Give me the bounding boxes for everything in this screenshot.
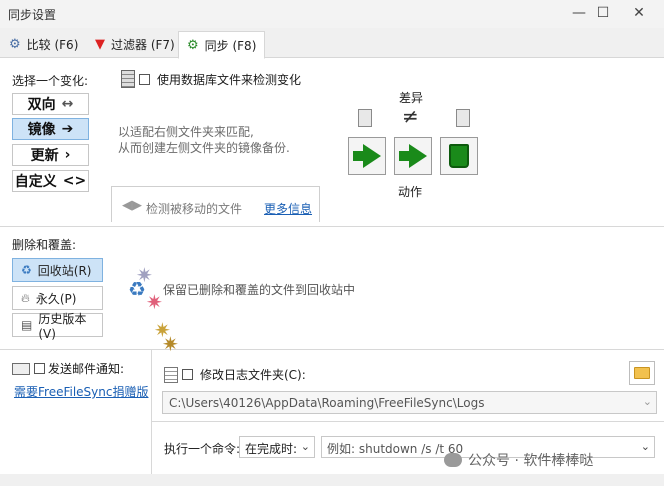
detect-moved-box: ◀▶ 检测被移动的文件 更多信息	[111, 186, 320, 222]
window-title: 同步设置	[8, 8, 57, 22]
mirror-description: 以适配右侧文件夹来匹配, 从而创建左侧文件夹的镜像备份.	[118, 124, 290, 156]
wechat-logo-icon	[444, 453, 462, 467]
database-option[interactable]: 使用数据库文件来检测变化	[121, 70, 301, 88]
code-brackets-icon: <>	[62, 173, 87, 189]
recycle-icon: ♻	[21, 263, 32, 277]
permanent-button[interactable]: 🔥︎ 永久(P)	[12, 286, 103, 310]
donation-link[interactable]: 需要FreeFileSync捐赠版	[14, 383, 148, 400]
chevron-down-icon: ⌄	[300, 440, 310, 453]
variant-custom-button[interactable]: 自定义 <>	[12, 170, 89, 192]
tab-sync[interactable]: ⚙ 同步 (F8)	[178, 31, 266, 59]
sparkle-icon: ✷	[146, 290, 163, 314]
email-label: 发送邮件通知:	[48, 362, 125, 376]
update-right-button[interactable]	[394, 137, 432, 175]
tab-compare-label: 比较 (F6)	[26, 38, 79, 52]
permanent-label: 永久(P)	[35, 291, 77, 306]
tab-filter-label: 过滤器 (F7)	[111, 38, 175, 52]
variant-custom-label: 自定义	[14, 174, 57, 190]
database-option-label: 使用数据库文件来检测变化	[157, 72, 302, 87]
deletion-heading: 删除和覆盖:	[12, 238, 77, 252]
title-bar: 同步设置 — ☐ ✕	[0, 0, 664, 28]
delete-right-button[interactable]	[440, 137, 478, 175]
variant-mirror-button[interactable]: 镜像 ➔	[12, 118, 89, 140]
tab-sync-label: 同步 (F8)	[204, 38, 257, 53]
deletion-description: 保留已删除和覆盖的文件到回收站中	[163, 283, 356, 297]
chevron-down-icon: ⌄	[640, 440, 650, 453]
mirror-desc-line2: 从而创建左侧文件夹的镜像备份.	[118, 141, 290, 155]
gear-icon: ⚙	[9, 37, 21, 52]
browse-folder-button[interactable]	[629, 361, 655, 385]
filter-icon: ▼	[95, 37, 105, 52]
more-info-link[interactable]: 更多信息	[264, 200, 312, 217]
actions-label: 动作	[398, 185, 423, 199]
chevron-right-icon: ›	[64, 147, 71, 163]
command-when-value: 在完成时:	[245, 442, 298, 456]
database-checkbox[interactable]	[139, 73, 150, 85]
tab-filter[interactable]: ▼ 过滤器 (F7)	[86, 31, 184, 58]
trash-icon	[449, 144, 469, 168]
update-right-arrow-icon	[399, 144, 427, 168]
two-way-arrow-icon: ↔	[61, 96, 74, 112]
log-path-field[interactable]: C:\Users\40126\AppData\Roaming\FreeFileS…	[162, 391, 657, 414]
command-when-select[interactable]: 在完成时: ⌄	[239, 436, 315, 458]
log-icon	[164, 366, 178, 383]
create-left-button[interactable]	[348, 137, 386, 175]
folder-icon	[634, 367, 650, 379]
watermark-text: 公众号 · 软件棒棒哒	[468, 453, 594, 469]
recycle-bin-label: 回收站(R)	[37, 263, 92, 278]
divider	[0, 349, 664, 350]
not-equal-icon: ≠	[402, 104, 419, 128]
database-icon	[121, 70, 135, 88]
versioning-label: 历史版本(V)	[38, 311, 87, 341]
detect-moved-label: 检测被移动的文件	[146, 202, 243, 216]
sparkle-icon: ✷	[162, 332, 179, 356]
variant-update-button[interactable]: 更新 ›	[12, 144, 89, 166]
left-file-icon	[358, 109, 372, 127]
create-left-arrow-icon	[353, 144, 381, 168]
log-path-value: C:\Users\40126\AppData\Roaming\FreeFileS…	[169, 396, 485, 410]
bottom-bar	[0, 474, 664, 486]
gear-icon: ⚙	[187, 37, 199, 53]
log-label: 修改日志文件夹(C):	[200, 368, 306, 382]
versioning-icon: ▤	[21, 318, 33, 332]
fire-icon: 🔥︎	[21, 290, 30, 305]
detect-moved-icon: ◀▶	[122, 198, 142, 213]
variant-two-way-button[interactable]: 双向 ↔	[12, 93, 89, 115]
close-button[interactable]: ✕	[624, 2, 654, 24]
mail-icon	[12, 362, 30, 375]
mirror-desc-line1: 以适配右侧文件夹来匹配,	[118, 125, 254, 139]
tab-bar: ⚙ 比较 (F6) ▼ 过滤器 (F7) ⚙ 同步 (F8)	[0, 28, 664, 59]
variant-mirror-label: 镜像	[27, 122, 56, 138]
watermark: 公众号 · 软件棒棒哒	[444, 450, 593, 470]
divider	[151, 349, 152, 474]
recycle-bin-button[interactable]: ♻ 回收站(R)	[12, 258, 103, 282]
email-option[interactable]: 发送邮件通知:	[12, 360, 124, 377]
variant-heading: 选择一个变化:	[12, 74, 89, 88]
command-label: 执行一个命令:	[164, 442, 241, 456]
maximize-button[interactable]: ☐	[588, 2, 618, 24]
divider	[151, 421, 664, 422]
variant-two-way-label: 双向	[27, 97, 56, 113]
sparkle-icon: ✷	[136, 263, 153, 287]
chevron-down-icon: ⌄	[642, 395, 652, 408]
log-checkbox[interactable]	[182, 369, 193, 380]
command-placeholder: 例如: shutdown /s /t 60	[327, 442, 464, 456]
variant-update-label: 更新	[30, 148, 59, 164]
right-arrow-icon: ➔	[61, 121, 74, 137]
log-option[interactable]: 修改日志文件夹(C):	[164, 366, 306, 383]
divider	[0, 226, 664, 227]
versioning-button[interactable]: ▤ 历史版本(V)	[12, 312, 103, 341]
email-checkbox[interactable]	[34, 363, 45, 374]
tab-compare[interactable]: ⚙ 比较 (F6)	[0, 31, 87, 58]
right-file-icon	[456, 109, 470, 127]
